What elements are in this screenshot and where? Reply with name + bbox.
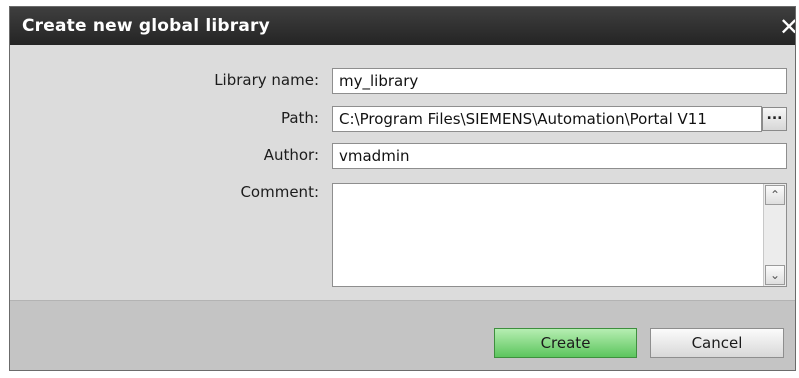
library-name-field[interactable]: my_library <box>332 68 787 94</box>
scroll-down-icon[interactable]: ⌄ <box>765 265 785 285</box>
dialog-footer: Create Cancel <box>10 300 795 370</box>
dialog-title: Create new global library <box>22 16 270 36</box>
path-field[interactable]: C:\Program Files\SIEMENS\Automation\Port… <box>332 106 762 132</box>
comment-scrollbar[interactable]: ⌃ ⌄ <box>763 184 786 286</box>
create-library-dialog: Create new global library ✕ Library name… <box>9 6 796 371</box>
author-field[interactable]: vmadmin <box>332 143 787 169</box>
author-label: Author: <box>263 146 319 164</box>
comment-label: Comment: <box>240 183 319 201</box>
browse-path-button[interactable]: ... <box>762 107 787 131</box>
comment-textarea[interactable]: ⌃ ⌄ <box>332 183 787 287</box>
cancel-button[interactable]: Cancel <box>650 328 784 358</box>
library-name-label: Library name: <box>214 71 319 89</box>
path-label: Path: <box>280 109 319 127</box>
close-icon[interactable]: ✕ <box>779 12 795 42</box>
create-button[interactable]: Create <box>494 328 637 358</box>
scroll-up-icon[interactable]: ⌃ <box>765 185 785 205</box>
title-bar[interactable]: Create new global library ✕ <box>10 7 795 45</box>
